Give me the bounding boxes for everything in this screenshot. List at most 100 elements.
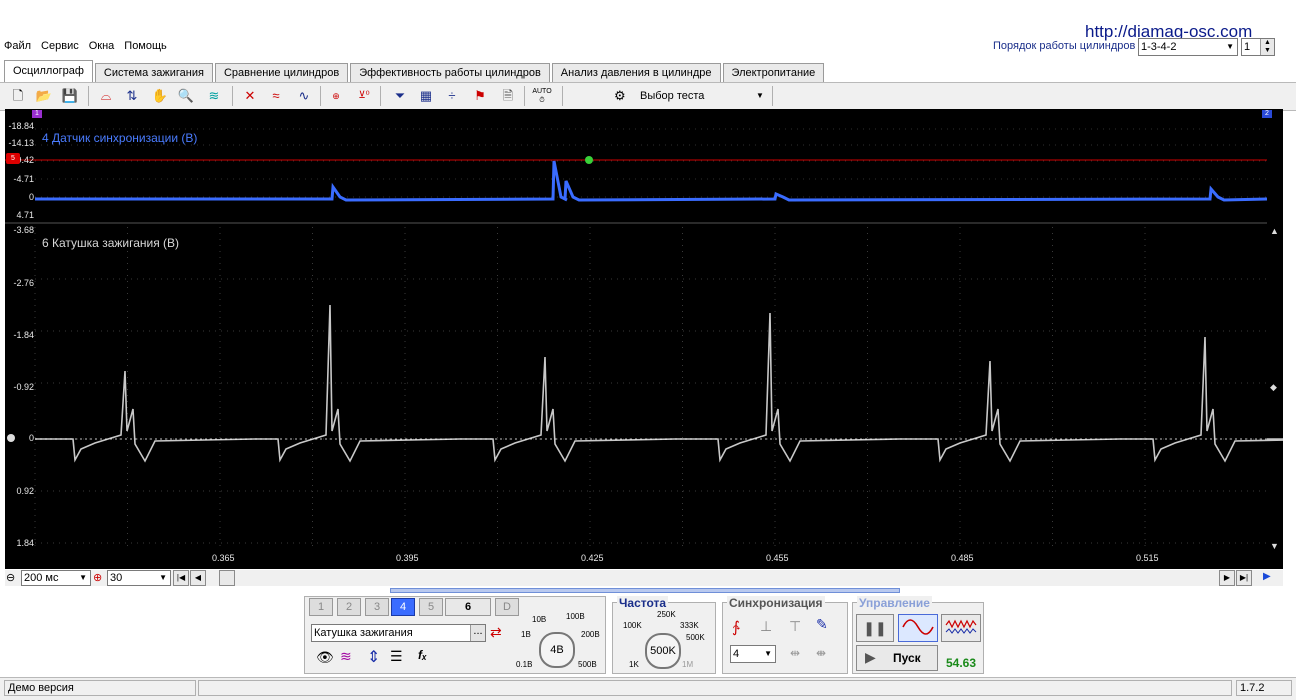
y-tick-label: -3.68 <box>13 225 34 235</box>
function-icon[interactable]: fₓ <box>418 648 427 662</box>
panel-splitter[interactable] <box>390 588 900 593</box>
tab-oscilloscope[interactable]: Осциллограф <box>4 60 93 82</box>
go-last-icon[interactable]: ▶| <box>1236 570 1252 586</box>
new-file-icon[interactable]: 🗋 <box>8 87 28 105</box>
waveform-overlay-icon[interactable]: ∿ <box>294 87 314 105</box>
play-blue-icon[interactable]: ▶ <box>1263 571 1271 582</box>
sync-level-icon[interactable]: ⊤ <box>789 618 801 635</box>
scroll-thumb[interactable] <box>219 570 235 586</box>
scroll-down-icon[interactable]: ▼ <box>1270 541 1279 551</box>
chevron-down-icon: ▼ <box>756 91 764 100</box>
voltage-tick: 100В <box>566 612 585 621</box>
channel-name-select[interactable]: Катушка зажигания ... <box>311 624 486 642</box>
frame-count-select[interactable]: 30 ▼ <box>107 570 171 586</box>
frequency-knob[interactable]: 500K <box>645 633 681 669</box>
test-select[interactable]: ⚙ Выбор теста ▼ <box>612 86 770 106</box>
oscilloscope-display[interactable] <box>5 109 1283 569</box>
voltage-tick: 500В <box>578 660 597 669</box>
tab-power-supply[interactable]: Электропитание <box>722 63 825 82</box>
sync-title: Синхронизация <box>727 596 825 610</box>
hand-pan-icon[interactable]: ✋ <box>150 87 170 105</box>
channel-button-1[interactable]: 1 <box>309 598 333 616</box>
cylinder-spin-value: 1 <box>1244 41 1251 53</box>
lines-icon[interactable]: ☰ <box>390 648 403 665</box>
cylinder-order-label: Порядок работы цилиндров <box>993 40 1136 52</box>
tab-ignition-system[interactable]: Система зажигания <box>94 63 213 82</box>
grid-icon[interactable]: ▦ <box>416 87 436 105</box>
time-control-row: ⊖ 200 мс ▼ ⊕ 30 ▼ |◀ ◀ ▶ ▶| ▶ <box>5 570 1283 586</box>
open-folder-icon[interactable]: 📂 <box>34 87 54 105</box>
voltage-knob[interactable]: 4В <box>539 632 575 668</box>
zoom-icon[interactable]: 🔍 <box>176 87 196 105</box>
auto-scale-icon[interactable]: ⊕ <box>326 87 346 105</box>
channel-button-5[interactable]: 5 <box>419 598 443 616</box>
document-icon[interactable]: 🗎 <box>498 87 518 105</box>
menu-file[interactable]: Файл <box>4 40 31 56</box>
single-mode-button[interactable] <box>898 614 938 642</box>
scroll-thumb-icon[interactable]: ◆ <box>1270 382 1277 393</box>
tab-cylinder-compare[interactable]: Сравнение цилиндров <box>214 63 349 82</box>
channel-button-2[interactable]: 2 <box>337 598 361 616</box>
sync-collapse-icon[interactable]: ⇼ <box>816 646 826 660</box>
tab-pressure-analysis[interactable]: Анализ давления в цилиндре <box>551 63 721 82</box>
rising-edge-icon[interactable]: ∱ <box>732 618 740 636</box>
marker-flag-icon[interactable]: ⚑ <box>470 87 490 105</box>
fps-readout: 54.63 <box>946 656 977 670</box>
y-tick-label: -1.84 <box>13 330 34 340</box>
channel-button-3[interactable]: 3 <box>365 598 389 616</box>
y-tick-label: -4.71 <box>13 174 34 184</box>
trigger-level-marker[interactable]: 5 <box>6 153 20 164</box>
menu-service[interactable]: Сервис <box>41 40 79 56</box>
sync-panel <box>722 602 848 674</box>
waveform-cross-icon[interactable]: ✕ <box>240 87 260 105</box>
start-button[interactable]: ▶ Пуск <box>856 645 938 671</box>
go-prev-icon[interactable]: ◀ <box>190 570 206 586</box>
go-first-icon[interactable]: |◀ <box>173 570 189 586</box>
save-icon[interactable]: 💾 <box>60 87 80 105</box>
time-scale-select[interactable]: 200 мс ▼ <box>21 570 91 586</box>
waveform-multi-icon[interactable]: ≈ <box>266 87 286 105</box>
sync-expand-icon[interactable]: ⇹ <box>790 646 800 660</box>
waveform-filter-icon[interactable]: ≋ <box>340 648 352 665</box>
spin-arrows-icon[interactable]: ▲ ▼ <box>1260 39 1274 55</box>
status-bar: Демо версия 1.7.2 <box>0 677 1296 700</box>
cursor-range-icon[interactable]: ⌓ <box>96 87 116 105</box>
menu-windows[interactable]: Окна <box>89 40 115 56</box>
sync-channel-select[interactable]: 4 ▼ <box>730 645 776 663</box>
time-scale-value: 200 мс <box>24 572 59 584</box>
divide-icon[interactable]: ÷ <box>442 87 462 105</box>
go-next-icon[interactable]: ▶ <box>1219 570 1235 586</box>
tab-cylinder-efficiency[interactable]: Эффективность работы цилиндров <box>350 63 550 82</box>
channel-stack-icon[interactable]: ≋ <box>204 87 224 105</box>
more-button[interactable]: ... <box>470 625 485 641</box>
toolbar-separator <box>562 86 563 106</box>
zoom-in-icon[interactable]: ⊕ <box>93 571 102 584</box>
cursor-measure-icon[interactable]: ⇅ <box>122 87 142 105</box>
cursor-1-marker[interactable]: 1 <box>32 110 42 118</box>
menu-bar: Файл Сервис Окна Помощь <box>4 40 167 56</box>
eye-icon[interactable]: 👁 <box>316 649 334 666</box>
y-tick-label: 0 <box>28 433 34 443</box>
zero-level-dot[interactable] <box>7 434 15 442</box>
menu-help[interactable]: Помощь <box>124 40 167 56</box>
sync-auto-icon[interactable]: ✎ <box>816 616 828 633</box>
auto-icon[interactable]: AUTO ⏱ <box>532 87 552 105</box>
sync-edge-icon[interactable]: ⊥ <box>760 618 772 635</box>
pause-button[interactable]: ❚❚ <box>856 614 894 642</box>
zero-level-icon[interactable]: ⊻⁰ <box>354 87 374 105</box>
filter-icon[interactable]: ⏷ <box>390 87 410 105</box>
cylinder-spin[interactable]: 1 ▲ ▼ <box>1241 38 1275 56</box>
toolbar-separator <box>524 86 525 106</box>
cylinder-order-select[interactable]: 1-3-4-2 ▼ <box>1138 38 1238 56</box>
channel-settings-icon[interactable]: ⇄ <box>490 624 502 641</box>
zoom-out-icon[interactable]: ⊖ <box>6 571 15 584</box>
frame-count-value: 30 <box>110 572 123 584</box>
voltage-tick: 1В <box>521 630 531 639</box>
scroll-up-icon[interactable]: ▲ <box>1270 226 1279 236</box>
channel-button-4[interactable]: 4 <box>391 598 415 616</box>
multi-mode-button[interactable] <box>941 614 981 642</box>
cursor-2-marker[interactable]: 2 <box>1262 110 1272 118</box>
vertical-move-icon[interactable]: ⇕ <box>367 647 380 667</box>
channel-name-value: Катушка зажигания <box>314 627 413 639</box>
channel-button-6[interactable]: 6 <box>445 598 491 616</box>
